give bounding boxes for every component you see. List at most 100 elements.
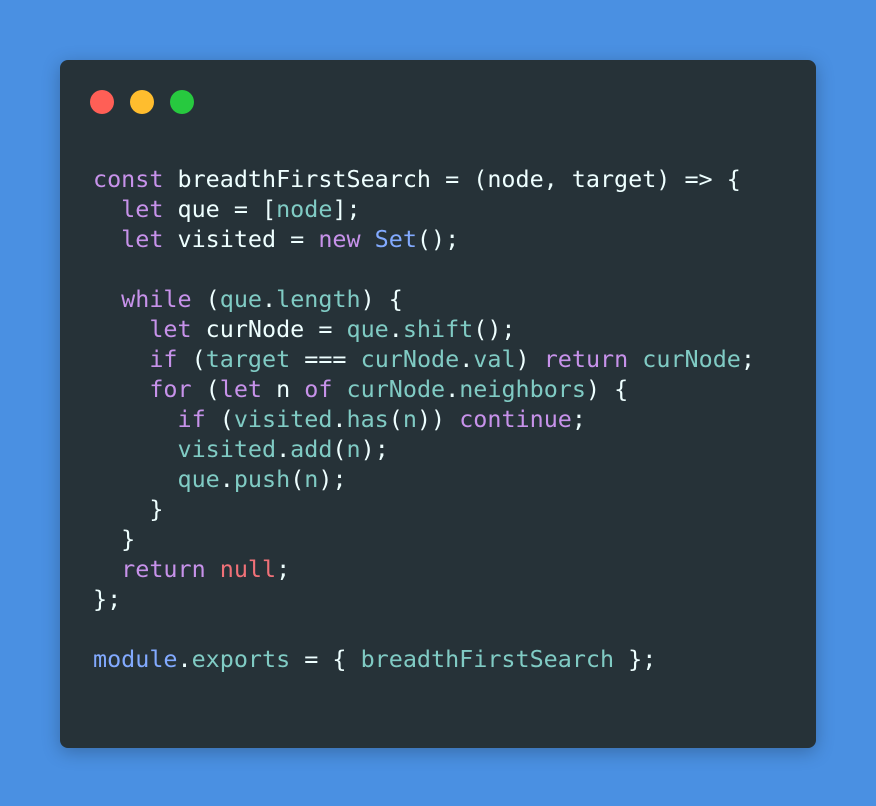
code-token: null — [219, 555, 277, 583]
code-token: === — [290, 345, 361, 373]
code-token: que — [177, 465, 220, 493]
code-token: target — [205, 345, 291, 373]
code-token: shift — [402, 315, 474, 343]
code-token: let — [121, 225, 164, 253]
code-token: return — [121, 555, 206, 583]
code-token: curNode — [642, 345, 741, 373]
code-token: breadthFirstSearch = (node, target) => { — [163, 165, 741, 193]
code-token: let — [149, 315, 192, 343]
code-token: const — [93, 165, 164, 193]
code-token: que — [219, 285, 263, 313]
code-token: module — [93, 645, 178, 673]
code-token: let — [219, 375, 263, 403]
code-line: let curNode = que.shift(); — [93, 314, 755, 344]
code-line: } — [93, 494, 755, 524]
code-line: } — [93, 524, 755, 554]
code-line: module.exports = { breadthFirstSearch }; — [93, 644, 755, 674]
code-token: curNode — [360, 345, 460, 373]
code-token: curNode — [346, 375, 446, 403]
code-line: while (que.length) { — [93, 284, 755, 314]
code-token: (); — [473, 315, 516, 343]
code-token: ( — [191, 375, 220, 403]
code-token: length — [276, 285, 361, 313]
code-token: let — [121, 195, 164, 223]
code-token: . — [219, 465, 234, 493]
code-token: n — [304, 465, 319, 493]
code-token: continue — [459, 405, 572, 433]
code-token: ; — [571, 405, 586, 433]
code-window: const breadthFirstSearch = (node, target… — [60, 60, 816, 748]
code-token: for — [149, 375, 192, 403]
code-token: visited = — [163, 225, 319, 253]
code-token: )) — [416, 405, 460, 433]
code-token: ) { — [360, 285, 403, 313]
code-token: breadthFirstSearch — [360, 645, 615, 673]
code-token: . — [445, 375, 460, 403]
code-line: let visited = new Set(); — [93, 224, 755, 254]
code-token: val — [473, 345, 516, 373]
code-token: of — [304, 375, 333, 403]
code-token: ) { — [585, 375, 629, 403]
code-token: n — [262, 375, 305, 403]
minimize-dot-icon[interactable] — [130, 90, 154, 114]
code-token: . — [388, 315, 403, 343]
code-token: } — [93, 525, 136, 553]
code-token: curNode = — [191, 315, 347, 343]
code-token: ]; — [332, 195, 361, 223]
code-token: if — [149, 345, 178, 373]
close-dot-icon[interactable] — [90, 90, 114, 114]
code-token: . — [332, 405, 347, 433]
code-token: } — [93, 495, 164, 523]
code-line: return null; — [93, 554, 755, 584]
code-token: }; — [93, 585, 122, 613]
code-token: ( — [332, 435, 347, 463]
code-token: ( — [205, 405, 234, 433]
code-token: ); — [318, 465, 347, 493]
code-token: if — [177, 405, 206, 433]
code-token: neighbors — [459, 375, 586, 403]
code-line: if (visited.has(n)) continue; — [93, 404, 755, 434]
code-token: = { — [290, 645, 361, 673]
code-token: n — [346, 435, 361, 463]
code-line: const breadthFirstSearch = (node, target… — [93, 164, 755, 194]
code-token: visited — [177, 435, 277, 463]
code-token: ( — [191, 285, 220, 313]
code-token: exports — [191, 645, 291, 673]
code-line: let que = [node]; — [93, 194, 755, 224]
code-token: node — [276, 195, 333, 223]
code-token: ( — [177, 345, 206, 373]
code-token: ); — [360, 435, 389, 463]
code-line: que.push(n); — [93, 464, 755, 494]
code-block: const breadthFirstSearch = (node, target… — [93, 164, 755, 674]
code-token: ) — [515, 345, 544, 373]
code-token: while — [121, 285, 192, 313]
code-token: new — [318, 225, 361, 253]
code-token: n — [402, 405, 417, 433]
code-token: ; — [276, 555, 291, 583]
code-token: visited — [233, 405, 333, 433]
code-token: que — [346, 315, 389, 343]
maximize-dot-icon[interactable] — [170, 90, 194, 114]
code-token: que = [ — [163, 195, 277, 223]
code-token: ; — [740, 345, 755, 373]
code-line: }; — [93, 584, 755, 614]
code-token: }; — [614, 645, 657, 673]
code-token: Set — [374, 225, 417, 253]
code-token: add — [290, 435, 333, 463]
code-token: . — [262, 285, 277, 313]
code-token: ( — [388, 405, 403, 433]
code-token: (); — [416, 225, 460, 253]
